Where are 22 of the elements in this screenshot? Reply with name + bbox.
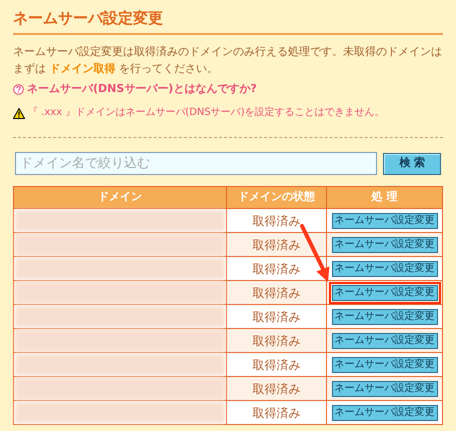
intro-text: ネームサーバ設定変更は取得済みのドメインのみ行える処理です。未取得のドメインはまずは ドメイン取得 を行ってください。 xyxy=(13,44,443,77)
column-header: 処 理 xyxy=(326,186,442,208)
search-field[interactable]: ドメイン名で絞り込む xyxy=(15,152,378,175)
status-cell: 取得済み xyxy=(226,400,327,424)
nameserver-button[interactable]: ネームサーバ設定変更 xyxy=(332,260,438,276)
nameserver-button[interactable]: ネームサーバ設定変更 xyxy=(332,356,438,372)
nameserver-button[interactable]: ネームサーバ設定変更 xyxy=(332,332,438,348)
page-title: ネームサーバ設定変更 xyxy=(13,8,164,28)
nameserver-button[interactable]: ネームサーバ設定変更 xyxy=(332,380,438,396)
column-header: ドメイン xyxy=(14,186,227,208)
nameserver-button[interactable]: ネームサーバ設定変更 xyxy=(332,308,438,324)
column-header: ドメインの状態 xyxy=(226,186,327,208)
nameserver-button[interactable]: ネームサーバ設定変更 xyxy=(332,284,438,300)
search-button[interactable]: 検 索 xyxy=(383,152,441,174)
nameserver-button[interactable]: ネームサーバ設定変更 xyxy=(332,404,438,420)
warning-icon xyxy=(13,108,25,118)
help-link[interactable]: ネームサーバ(DNSサーバー)とはなんですか? xyxy=(27,81,257,97)
nameserver-button[interactable]: ネームサーバ設定変更 xyxy=(332,236,438,252)
nameserver-button[interactable]: ネームサーバ設定変更 xyxy=(332,212,438,228)
arrow-annotation xyxy=(298,222,332,284)
help-icon xyxy=(13,84,24,94)
warning-text: 『 .xxx 』ドメインはネームサーバ(DNSサーバ)を設定することはできません。 xyxy=(28,106,385,120)
